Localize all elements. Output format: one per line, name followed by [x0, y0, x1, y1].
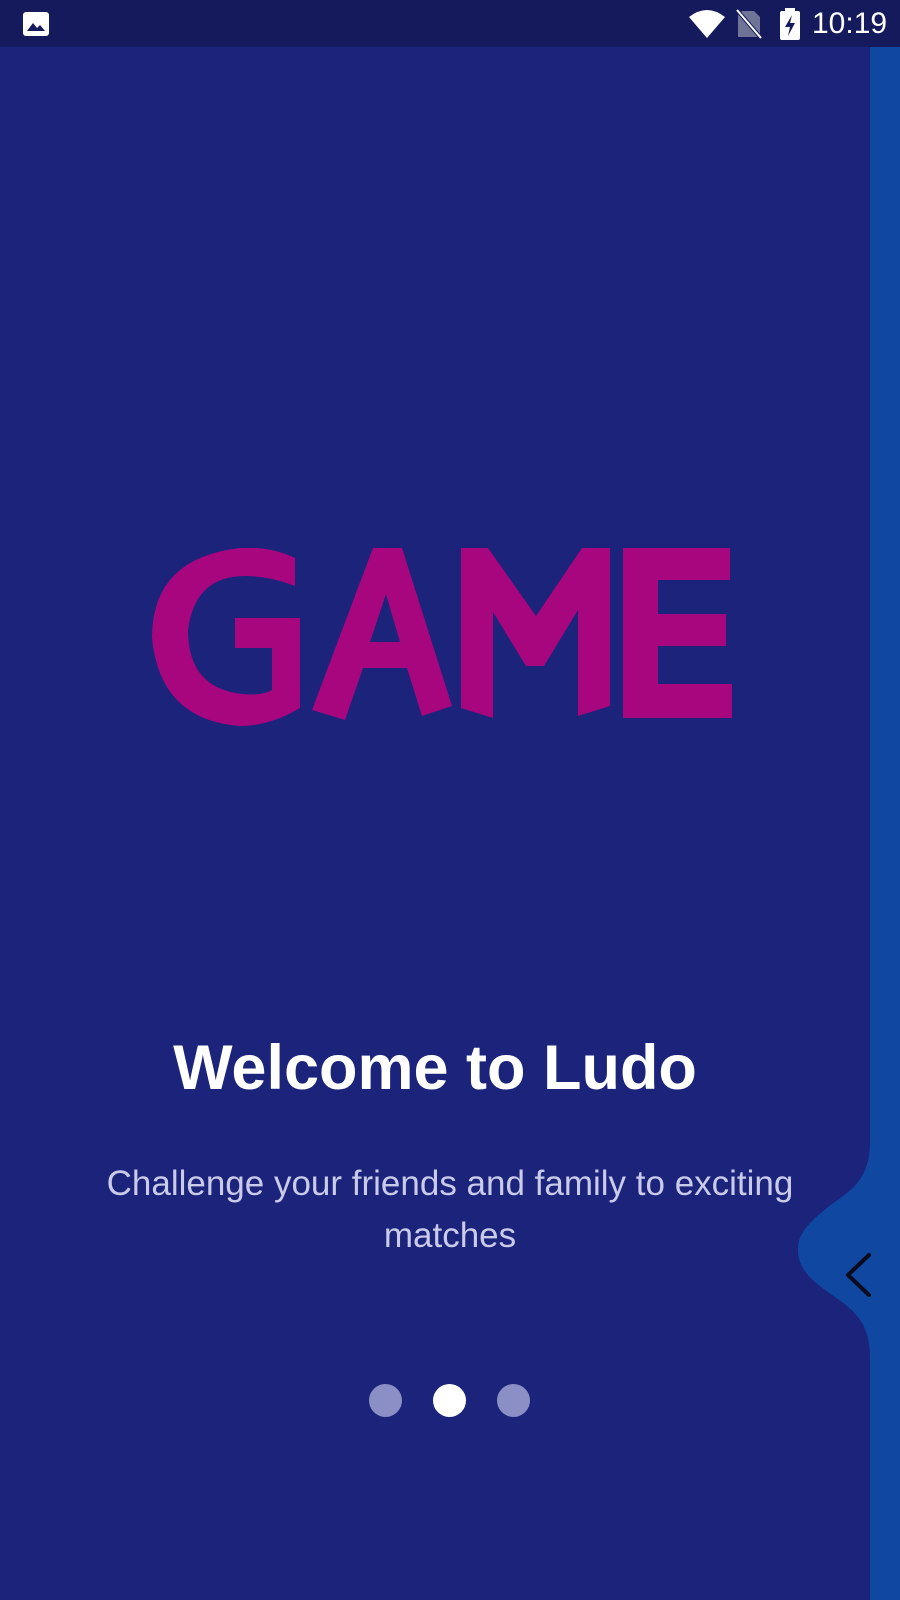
onboarding-screen: 10:19 Welcome to Ludo Challenge your fri… — [0, 0, 900, 1600]
game-logo — [152, 548, 732, 726]
page-dot-1[interactable] — [369, 1384, 402, 1417]
status-time: 10:19 — [812, 7, 888, 40]
battery-charging-icon — [780, 8, 800, 40]
gallery-icon — [23, 12, 49, 36]
side-drawer-handle[interactable] — [798, 47, 900, 1600]
wifi-icon — [689, 10, 725, 38]
page-indicator — [369, 1384, 531, 1418]
onboarding-title: Welcome to Ludo — [173, 1033, 697, 1103]
no-sim-icon — [736, 9, 762, 39]
onboarding-subtitle: Challenge your friends and family to exc… — [106, 1164, 794, 1255]
status-bar: 10:19 — [0, 0, 900, 47]
chevron-left-icon[interactable] — [843, 1252, 873, 1298]
page-dot-2-active[interactable] — [433, 1384, 466, 1417]
page-dot-3[interactable] — [497, 1384, 530, 1417]
